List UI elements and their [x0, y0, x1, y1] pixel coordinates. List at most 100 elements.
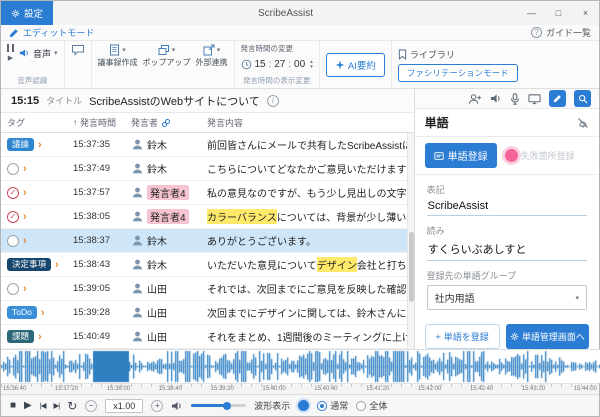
edit-button[interactable]	[549, 90, 566, 107]
col-speaker[interactable]: 発言者	[125, 116, 201, 129]
row-content[interactable]: それをまとめ、1週間後のミーティングに上げたいと思いますので、最終確認まで行いた…	[201, 329, 414, 344]
ai-summary-button[interactable]: AI要約	[326, 53, 385, 77]
close-button[interactable]: ×	[572, 1, 599, 25]
tag-badge[interactable]: 決定事項	[7, 258, 51, 271]
skip-back-button[interactable]: |◀	[40, 402, 46, 410]
display-mode-all[interactable]: 全体	[356, 399, 387, 412]
mute-icon[interactable]	[577, 117, 589, 129]
row-speaker[interactable]: 発言者4	[125, 209, 201, 224]
guide-list-button[interactable]: ガイド一覧	[546, 26, 591, 39]
link-icon[interactable]	[161, 118, 171, 128]
mic-icon[interactable]	[510, 93, 520, 105]
time-seconds[interactable]: 00	[293, 59, 306, 70]
monitor-icon[interactable]	[528, 93, 541, 105]
row-expand-chevron[interactable]: ›	[41, 307, 45, 319]
audio-source-button[interactable]: 音声 ▾	[19, 47, 58, 60]
yomi-input[interactable]: すくらいぶあしすと	[427, 239, 587, 261]
register-word-button[interactable]: + 単語を登録	[425, 324, 500, 349]
word-group-select[interactable]: 社内用語 ▾	[427, 285, 587, 310]
tab-word-register[interactable]: 単語登録	[425, 143, 497, 168]
row-content[interactable]: 私の意見なのですが、もう少し見出しの文字を大きくしてもらえると、区別がつきや…	[201, 185, 414, 200]
volume-knob[interactable]	[223, 402, 231, 410]
skip-forward-button[interactable]: ▶|	[53, 402, 59, 410]
row-speaker[interactable]: 山田	[125, 305, 201, 320]
row-speaker[interactable]: 山田	[125, 329, 201, 344]
row-expand-chevron[interactable]: ›	[38, 139, 42, 151]
table-row[interactable]: ›15:38:37鈴木ありがとうございます。	[1, 229, 414, 253]
tag-badge[interactable]: 課題	[7, 330, 34, 343]
table-row[interactable]: 議論›15:37:35鈴木前回皆さんにメールで共有したScribeAssistに…	[1, 133, 414, 157]
tag-circle-icon[interactable]	[7, 283, 19, 295]
table-row[interactable]: 課題›15:40:49山田それをまとめ、1週間後のミーティングに上げたいと思いま…	[1, 325, 414, 349]
stop-button[interactable]: ■	[10, 401, 16, 411]
speaker-icon[interactable]	[490, 93, 502, 104]
minutes-create-button[interactable]: ▾ 議事録作成	[98, 44, 138, 68]
tag-circle-icon[interactable]	[7, 235, 19, 247]
table-row[interactable]: 決定事項›15:38:43鈴木いただいた意見についてデザイン会社と打ち合わせを設…	[1, 253, 414, 277]
external-link-button[interactable]: ▾ 外部連携	[196, 44, 228, 68]
speed-down-button[interactable]: −	[85, 400, 97, 412]
tag-badge[interactable]: ToDo	[7, 306, 37, 319]
row-content[interactable]: こちらについてどなたかご意見いただけますか？	[201, 161, 414, 176]
facilitation-mode-button[interactable]: ファシリテーションモード	[398, 64, 518, 82]
edit-mode-label[interactable]: エディットモード	[23, 26, 94, 39]
row-expand-chevron[interactable]: ›	[23, 211, 27, 223]
play-icon[interactable]: ▶	[8, 55, 13, 62]
time-spinner[interactable]: 15 : 27 : 00 ▴ ▾	[241, 59, 313, 70]
hyouki-input[interactable]: ScribeAssist	[427, 198, 587, 216]
tag-check-icon[interactable]: ✓	[7, 187, 19, 199]
add-user-icon[interactable]	[468, 93, 482, 105]
step-down-icon[interactable]: ▾	[310, 65, 313, 70]
time-minutes[interactable]: 27	[273, 59, 286, 70]
col-content[interactable]: 発言内容	[201, 116, 414, 129]
meeting-title[interactable]: ScribeAssistのWebサイトについて	[89, 93, 260, 109]
word-manage-button[interactable]: 単語管理画面へ	[506, 324, 589, 349]
row-content[interactable]: 前回皆さんにメールで共有したScribeAssistについてのホームページのデザ…	[201, 137, 414, 152]
popup-button[interactable]: ▾ ポップアップ	[143, 44, 191, 68]
speed-up-button[interactable]: +	[151, 400, 163, 412]
row-speaker[interactable]: 発言者4	[125, 185, 201, 200]
time-display-caption[interactable]: 発言時間の表示変更	[241, 76, 313, 85]
tag-badge[interactable]: 議論	[7, 138, 34, 151]
row-expand-chevron[interactable]: ›	[23, 163, 27, 175]
repeat-button[interactable]: ↻	[67, 400, 77, 412]
tab-secondary[interactable]: 失敗箇所登録	[505, 149, 575, 162]
row-expand-chevron[interactable]: ›	[23, 235, 27, 247]
row-speaker[interactable]: 山田	[125, 281, 201, 296]
col-tag[interactable]: タグ	[1, 116, 67, 129]
row-content[interactable]: ありがとうございます。	[201, 233, 414, 248]
tag-check-icon[interactable]: ✓	[7, 211, 19, 223]
row-speaker[interactable]: 鈴木	[125, 137, 201, 152]
row-speaker[interactable]: 鈴木	[125, 161, 201, 176]
table-row[interactable]: ToDo›15:39:28山田次回までにデザインに関しては、鈴木さんにデザインの…	[1, 301, 414, 325]
volume-icon[interactable]	[171, 401, 183, 411]
timeline-ruler[interactable]: 15:36:4015:37:2015:38:0015:38:4015:39:20…	[1, 383, 599, 394]
waveform-toggle[interactable]	[298, 400, 309, 411]
volume-slider[interactable]	[191, 404, 246, 407]
minimize-button[interactable]: —	[518, 1, 545, 25]
search-button[interactable]	[574, 90, 591, 107]
row-expand-chevron[interactable]: ›	[38, 331, 42, 343]
scrollbar-thumb[interactable]	[409, 232, 414, 302]
row-content[interactable]: カラーバランスについては、背景が少し薄いかなと思いますので、少し濃くしていただ…	[201, 209, 414, 224]
row-speaker[interactable]: 鈴木	[125, 257, 201, 272]
row-content[interactable]: それでは、次回までにご意見を反映した確認、および担当者まで…	[201, 281, 414, 296]
table-scrollbar[interactable]	[407, 133, 414, 349]
row-content[interactable]: いただいた意見についてデザイン会社と打ち合わせを設け、またブラッシュアップし…	[201, 257, 414, 272]
table-row[interactable]: ✓›15:38:05発言者4カラーバランスについては、背景が少し薄いかなと思いま…	[1, 205, 414, 229]
tag-circle-icon[interactable]	[7, 163, 19, 175]
settings-button[interactable]: 設定	[1, 1, 53, 25]
table-row[interactable]: ›15:39:05山田それでは、次回までにご意見を反映した確認、および担当者まで…	[1, 277, 414, 301]
maximize-button[interactable]: □	[545, 1, 572, 25]
play-button[interactable]: ▶	[24, 401, 32, 411]
comment-icon[interactable]	[71, 44, 85, 56]
display-mode-normal[interactable]: 通常	[317, 399, 348, 412]
table-row[interactable]: ✓›15:37:57発言者4私の意見なのですが、もう少し見出しの文字を大きくして…	[1, 181, 414, 205]
row-expand-chevron[interactable]: ›	[55, 259, 59, 271]
row-content[interactable]: 次回までにデザインに関しては、鈴木さんにデザインのブラッシュアップを行っていただ…	[201, 305, 414, 320]
info-icon[interactable]: i	[267, 95, 279, 107]
row-speaker[interactable]: 鈴木	[125, 233, 201, 248]
col-time[interactable]: ↑発言時間	[67, 116, 125, 129]
table-row[interactable]: ›15:37:49鈴木こちらについてどなたかご意見いただけますか？	[1, 157, 414, 181]
waveform-canvas[interactable]	[1, 349, 600, 383]
